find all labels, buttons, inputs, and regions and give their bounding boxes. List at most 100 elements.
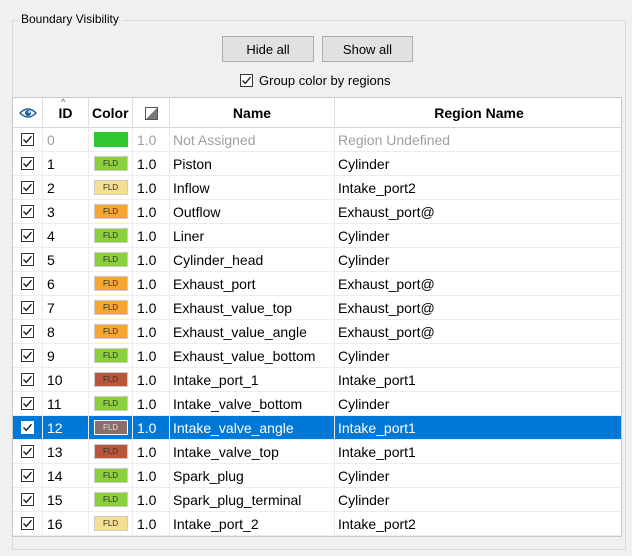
table-row[interactable]: 9 FLD 1.0 Exhaust_value_bottom Cylinder xyxy=(13,344,621,368)
table-row[interactable]: 2 FLD 1.0 Inflow Intake_port2 xyxy=(13,176,621,200)
row-color-cell[interactable]: FLD xyxy=(89,248,133,271)
row-visibility-cell[interactable] xyxy=(13,248,43,271)
row-visibility-cell[interactable] xyxy=(13,200,43,223)
checkbox-box[interactable] xyxy=(240,73,253,87)
visibility-checkbox[interactable] xyxy=(21,229,34,242)
row-name: Exhaust_value_bottom xyxy=(170,344,335,367)
show-all-button[interactable]: Show all xyxy=(322,36,413,62)
table-row[interactable]: 10 FLD 1.0 Intake_port_1 Intake_port1 xyxy=(13,368,621,392)
row-visibility-cell[interactable] xyxy=(13,416,43,439)
row-visibility-cell[interactable] xyxy=(13,488,43,511)
table-row[interactable]: 3 FLD 1.0 Outflow Exhaust_port@ xyxy=(13,200,621,224)
hide-all-button[interactable]: Hide all xyxy=(222,36,314,62)
row-visibility-cell[interactable] xyxy=(13,128,43,151)
visibility-checkbox[interactable] xyxy=(21,157,34,170)
visibility-column-header[interactable] xyxy=(13,98,43,128)
row-color-cell[interactable]: FLD xyxy=(89,344,133,367)
row-visibility-cell[interactable] xyxy=(13,224,43,247)
color-swatch[interactable]: FLD xyxy=(93,228,128,243)
row-visibility-cell[interactable] xyxy=(13,392,43,415)
row-visibility-cell[interactable] xyxy=(13,368,43,391)
visibility-checkbox[interactable] xyxy=(21,421,34,434)
visibility-checkbox[interactable] xyxy=(21,253,34,266)
color-swatch[interactable]: FLD xyxy=(93,300,128,315)
checkmark-icon xyxy=(23,279,33,288)
region-column-header[interactable]: Region Name xyxy=(335,98,621,128)
row-visibility-cell[interactable] xyxy=(13,152,43,175)
color-swatch[interactable]: FLD xyxy=(93,252,128,267)
row-transparency: 1.0 xyxy=(133,440,170,463)
color-swatch[interactable]: FLD xyxy=(93,420,128,435)
table-row[interactable]: 13 FLD 1.0 Intake_valve_top Intake_port1 xyxy=(13,440,621,464)
row-color-cell[interactable]: FLD xyxy=(89,272,133,295)
row-region: Cylinder xyxy=(338,155,390,172)
visibility-checkbox[interactable] xyxy=(21,373,34,386)
visibility-checkbox[interactable] xyxy=(21,469,34,482)
visibility-checkbox[interactable] xyxy=(21,493,34,506)
color-swatch[interactable]: FLD xyxy=(93,396,128,411)
table-row[interactable]: 14 FLD 1.0 Spark_plug Cylinder xyxy=(13,464,621,488)
color-swatch[interactable]: FLD xyxy=(93,492,128,507)
table-row[interactable]: 15 FLD 1.0 Spark_plug_terminal Cylinder xyxy=(13,488,621,512)
color-swatch[interactable]: FLD xyxy=(93,516,128,531)
visibility-checkbox[interactable] xyxy=(21,349,34,362)
color-swatch[interactable]: FLD xyxy=(93,276,128,291)
row-visibility-cell[interactable] xyxy=(13,464,43,487)
row-visibility-cell[interactable] xyxy=(13,320,43,343)
row-color-cell[interactable]: FLD xyxy=(89,176,133,199)
row-color-cell[interactable]: FLD xyxy=(89,296,133,319)
color-swatch[interactable]: FLD xyxy=(93,444,128,459)
table-row[interactable]: 4 FLD 1.0 Liner Cylinder xyxy=(13,224,621,248)
row-visibility-cell[interactable] xyxy=(13,440,43,463)
table-row[interactable]: 6 FLD 1.0 Exhaust_port Exhaust_port@ xyxy=(13,272,621,296)
visibility-checkbox[interactable] xyxy=(21,397,34,410)
visibility-checkbox[interactable] xyxy=(21,133,34,146)
visibility-checkbox[interactable] xyxy=(21,277,34,290)
row-color-cell[interactable]: FLD xyxy=(89,200,133,223)
row-color-cell[interactable]: FLD xyxy=(89,224,133,247)
row-color-cell[interactable]: FLD xyxy=(89,416,133,439)
row-visibility-cell[interactable] xyxy=(13,272,43,295)
row-color-cell[interactable]: FLD xyxy=(89,464,133,487)
color-swatch[interactable]: FLD xyxy=(93,468,128,483)
table-row[interactable]: 7 FLD 1.0 Exhaust_value_top Exhaust_port@ xyxy=(13,296,621,320)
row-color-cell[interactable]: FLD xyxy=(89,320,133,343)
id-column-header[interactable]: ^ ID xyxy=(43,98,89,128)
row-color-cell[interactable]: FLD xyxy=(89,152,133,175)
group-color-by-regions-checkbox[interactable]: Group color by regions xyxy=(240,72,391,88)
color-swatch[interactable]: FLD xyxy=(93,180,128,195)
row-visibility-cell[interactable] xyxy=(13,176,43,199)
row-visibility-cell[interactable] xyxy=(13,344,43,367)
color-swatch[interactable]: FLD xyxy=(93,348,128,363)
table-row[interactable]: 0 1.0 Not Assigned Region Undefined xyxy=(13,128,621,152)
color-swatch[interactable]: FLD xyxy=(93,204,128,219)
table-row[interactable]: 1 FLD 1.0 Piston Cylinder xyxy=(13,152,621,176)
row-visibility-cell[interactable] xyxy=(13,512,43,535)
table-row[interactable]: 16 FLD 1.0 Intake_port_2 Intake_port2 xyxy=(13,512,621,536)
color-swatch[interactable] xyxy=(93,132,128,147)
row-visibility-cell[interactable] xyxy=(13,296,43,319)
checkmark-icon xyxy=(23,351,33,360)
visibility-checkbox[interactable] xyxy=(21,301,34,314)
color-swatch[interactable]: FLD xyxy=(93,156,128,171)
color-column-header[interactable]: Color xyxy=(89,98,133,128)
row-color-cell[interactable]: FLD xyxy=(89,368,133,391)
table-row[interactable]: 8 FLD 1.0 Exhaust_value_angle Exhaust_port@ xyxy=(13,320,621,344)
color-swatch[interactable]: FLD xyxy=(93,372,128,387)
row-color-cell[interactable]: FLD xyxy=(89,512,133,535)
visibility-checkbox[interactable] xyxy=(21,181,34,194)
visibility-checkbox[interactable] xyxy=(21,325,34,338)
table-row[interactable]: 12 FLD 1.0 Intake_valve_angle Intake_port1 xyxy=(13,416,621,440)
visibility-checkbox[interactable] xyxy=(21,445,34,458)
row-color-cell[interactable]: FLD xyxy=(89,440,133,463)
color-swatch[interactable]: FLD xyxy=(93,324,128,339)
row-color-cell[interactable]: FLD xyxy=(89,488,133,511)
row-color-cell[interactable]: FLD xyxy=(89,392,133,415)
table-row[interactable]: 11 FLD 1.0 Intake_valve_bottom Cylinder xyxy=(13,392,621,416)
row-color-cell[interactable] xyxy=(89,128,133,151)
name-column-header[interactable]: Name xyxy=(170,98,335,128)
visibility-checkbox[interactable] xyxy=(21,205,34,218)
visibility-checkbox[interactable] xyxy=(21,517,34,530)
transparency-column-header[interactable] xyxy=(133,98,170,128)
table-row[interactable]: 5 FLD 1.0 Cylinder_head Cylinder xyxy=(13,248,621,272)
